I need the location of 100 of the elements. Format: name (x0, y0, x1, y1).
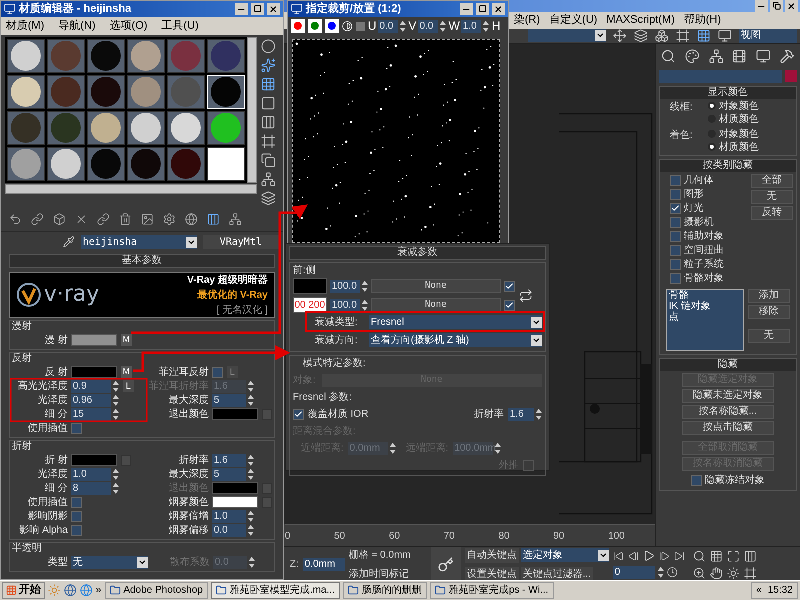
key-mode-dropdown[interactable]: 选定对象 (520, 548, 609, 562)
color-swatch[interactable] (71, 334, 117, 346)
category-button[interactable]: 全部 (751, 174, 793, 188)
close-button[interactable] (785, 0, 798, 12)
spinner-arrows-icon[interactable] (362, 280, 368, 292)
display-icon[interactable] (756, 49, 772, 64)
menu-item[interactable]: MAXScript(M) (606, 12, 676, 28)
name-field[interactable] (659, 70, 782, 82)
rollout-header[interactable]: 隐藏 (660, 358, 796, 370)
rollout-header[interactable]: 显示颜色 (660, 86, 796, 98)
list-button[interactable]: 添加 (748, 288, 790, 302)
image-icon[interactable] (141, 213, 154, 226)
browser-icon[interactable] (80, 584, 93, 597)
material-type-button[interactable]: VRayMtl (203, 235, 279, 249)
list-button[interactable]: 无 (748, 328, 790, 342)
rollout-header[interactable]: 衰减参数 (289, 246, 546, 260)
spinner-field[interactable]: 5 (212, 468, 246, 480)
hierarchy-icon[interactable] (229, 213, 242, 226)
minimize-button[interactable] (755, 0, 768, 12)
dropdown-field[interactable] (528, 29, 606, 42)
spinner-field[interactable]: 0.0 (418, 20, 438, 32)
key-button[interactable] (430, 546, 461, 582)
spinner-arrows-icon[interactable] (362, 300, 368, 310)
set-key-button[interactable]: 设置关键点 (464, 566, 519, 582)
spinner-field[interactable]: 1.0 (461, 20, 482, 32)
link-icon[interactable] (97, 213, 110, 226)
checkbox[interactable] (212, 366, 223, 378)
spinner-field[interactable]: 100.0 (330, 298, 360, 312)
columns-icon[interactable] (261, 115, 276, 130)
checkbox[interactable] (670, 273, 681, 284)
scrollbar[interactable] (5, 184, 257, 194)
move-icon[interactable] (613, 28, 627, 42)
color-swatch[interactable] (212, 408, 258, 420)
category-button[interactable]: 无 (751, 190, 793, 204)
key-filters-button[interactable]: 关键点过滤器... (520, 566, 594, 582)
contrast-icon[interactable] (342, 20, 353, 32)
spinner-arrows-icon[interactable] (483, 20, 490, 32)
tray-toggle[interactable]: « (756, 583, 762, 598)
checkbox[interactable] (71, 422, 82, 434)
copy-icon[interactable] (261, 153, 276, 168)
channel-button[interactable] (308, 19, 322, 33)
checkbox[interactable] (71, 524, 82, 536)
checkbox[interactable] (71, 510, 82, 522)
lock-button[interactable]: L (123, 380, 134, 392)
go-to-end-icon[interactable] (674, 550, 685, 562)
dropdown-field[interactable]: 查看方向(摄影机 Z 轴) (369, 333, 542, 347)
color-swatch[interactable]: 00 200 (293, 297, 327, 313)
checkbox[interactable] (293, 409, 304, 420)
checkbox[interactable] (670, 217, 681, 228)
taskbar-button[interactable]: 肠肠的的删删 (343, 582, 428, 599)
play-icon[interactable] (642, 550, 655, 562)
undo-icon[interactable] (9, 213, 22, 226)
go-to-start-icon[interactable] (612, 550, 624, 562)
checkbox[interactable] (670, 231, 681, 242)
spinner-arrows-icon[interactable] (248, 524, 254, 536)
menu-item[interactable]: 染(R) (514, 12, 540, 28)
channel-button[interactable] (325, 19, 339, 33)
close-button[interactable] (492, 3, 505, 15)
list-button[interactable]: 移除 (748, 304, 790, 318)
settings-icon[interactable] (163, 213, 176, 226)
channel-button[interactable] (291, 19, 305, 33)
scrollbar[interactable] (247, 37, 257, 183)
checkbox[interactable] (504, 300, 515, 310)
category-button[interactable]: 反转 (751, 206, 793, 220)
object-color-swatch[interactable] (785, 70, 797, 82)
spinner-arrows-icon[interactable] (113, 408, 119, 420)
hide-button[interactable]: 按名称隐藏... (682, 404, 774, 418)
spinner-field[interactable]: 1.6 (212, 454, 246, 466)
menu-item[interactable]: 工具(U) (162, 18, 199, 34)
zoom-extents-icon[interactable] (726, 550, 740, 562)
spinner-field[interactable]: 100.0 (330, 280, 360, 292)
spinner-arrows-icon[interactable] (113, 468, 119, 480)
hide-button[interactable]: 按点击隐藏 (682, 420, 774, 434)
pan-icon[interactable] (710, 566, 723, 580)
spinner-arrows-icon[interactable] (248, 510, 254, 522)
material-slot[interactable] (207, 147, 245, 181)
color-swatch[interactable] (212, 496, 258, 508)
minimize-button[interactable] (235, 3, 248, 15)
zoom-icon[interactable] (692, 550, 706, 562)
checkbox[interactable] (71, 496, 82, 508)
hierarchy-icon[interactable] (261, 172, 276, 187)
map-button[interactable]: M (121, 366, 132, 378)
spinner-arrows-icon[interactable] (113, 380, 119, 392)
spinner-field[interactable]: 1.0 (212, 510, 246, 522)
spinner-arrows-icon[interactable] (400, 20, 406, 32)
spinner-field[interactable]: 8 (71, 482, 111, 494)
view-dropdown[interactable]: 视图 (739, 28, 797, 42)
color-swatch[interactable] (71, 366, 117, 378)
auto-key-button[interactable]: 自动关键点 (464, 548, 519, 562)
map-button[interactable]: None (371, 298, 501, 312)
list-item[interactable]: IK 链对象 (669, 300, 741, 312)
frame-field[interactable]: 0 (612, 566, 655, 579)
boxes-icon[interactable] (655, 28, 669, 42)
spinner-arrows-icon[interactable] (440, 20, 446, 32)
map-button[interactable]: M (121, 334, 132, 346)
next-frame-icon[interactable] (658, 550, 670, 562)
zoom-region-icon[interactable] (692, 566, 706, 580)
add-time-tag-button[interactable]: 添加时间标记 (348, 566, 427, 582)
dropdown-field[interactable]: Fresnel (369, 315, 542, 329)
spinner-arrows-icon[interactable] (248, 380, 254, 392)
